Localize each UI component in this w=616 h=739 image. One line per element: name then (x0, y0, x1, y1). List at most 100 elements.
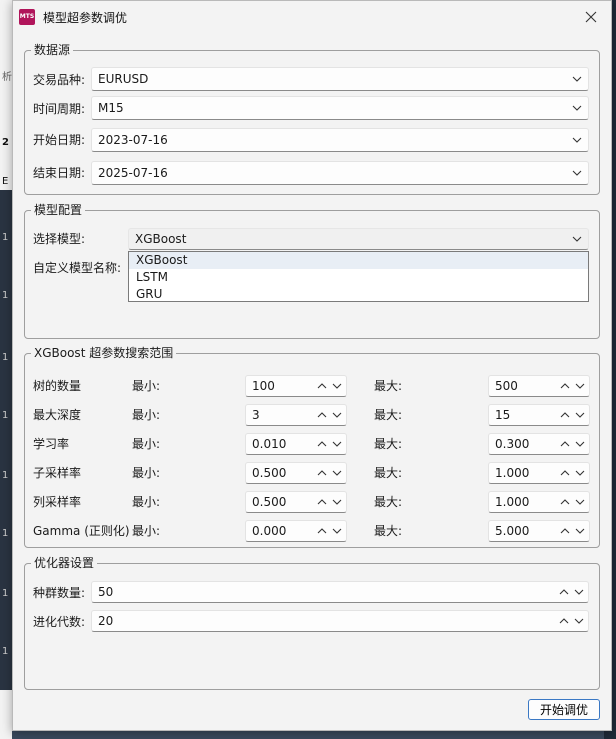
chevron-up-icon[interactable] (315, 379, 329, 393)
background-text: 1 (2, 410, 9, 421)
chevron-down-icon[interactable] (573, 408, 587, 422)
chevron-down-icon[interactable] (573, 524, 587, 538)
optimizer-group: 优化器设置 种群数量: 50 进化代数: 20 (24, 556, 600, 690)
generations-label: 进化代数: (33, 615, 86, 629)
tuning-dialog: MTS 模型超参数调优 数据源 交易品种: EURUSD 时间周期: M15 开… (12, 0, 612, 731)
param-max-label: 最大: (374, 379, 403, 393)
chevron-down-icon[interactable] (330, 466, 344, 480)
background-chart-area (0, 190, 12, 690)
param-max-value: 5.000 (495, 524, 530, 538)
end-date-picker[interactable]: 2025-07-16 (91, 161, 589, 185)
chevron-up-icon[interactable] (315, 408, 329, 422)
timeframe-select[interactable]: M15 (91, 96, 589, 120)
title-bar[interactable]: MTS 模型超参数调优 (13, 1, 611, 33)
chevron-down-icon[interactable] (330, 408, 344, 422)
background-text: 1 (2, 588, 9, 599)
chevron-down-icon[interactable] (330, 495, 344, 509)
param-min-spinbox[interactable]: 0.500 (245, 462, 347, 484)
close-icon (585, 11, 597, 23)
close-button[interactable] (581, 7, 601, 27)
model-select[interactable]: XGBoost (128, 228, 589, 250)
model-config-group: 模型配置 选择模型: XGBoost 自定义模型名称: XGBoost LSTM… (24, 203, 600, 339)
param-min-spinbox[interactable]: 100 (245, 375, 347, 397)
timeframe-label: 时间周期: (33, 102, 86, 116)
param-max-spinbox[interactable]: 1.000 (488, 462, 590, 484)
param-max-spinbox[interactable]: 5.000 (488, 520, 590, 542)
timeframe-value: M15 (98, 101, 124, 115)
chevron-up-icon[interactable] (558, 495, 572, 509)
chevron-down-icon[interactable] (572, 585, 586, 599)
param-max-value: 1.000 (495, 466, 530, 480)
chevron-down-icon[interactable] (572, 614, 586, 628)
chevron-up-icon[interactable] (557, 585, 571, 599)
param-max-label: 最大: (374, 437, 403, 451)
chevron-down-icon[interactable] (573, 437, 587, 451)
background-band (0, 100, 12, 130)
generations-spinbox[interactable]: 20 (91, 610, 589, 632)
background-text: 析 (2, 72, 12, 83)
param-min-spinbox[interactable]: 0.000 (245, 520, 347, 542)
end-date-value: 2025-07-16 (98, 166, 168, 180)
population-spinbox[interactable]: 50 (91, 581, 589, 603)
param-max-value: 0.300 (495, 437, 530, 451)
param-max-value: 15 (495, 408, 511, 422)
chevron-down-icon[interactable] (330, 379, 344, 393)
param-max-value: 1.000 (495, 495, 530, 509)
chevron-down-icon[interactable] (573, 379, 587, 393)
start-date-picker[interactable]: 2023-07-16 (91, 128, 589, 152)
param-max-spinbox[interactable]: 15 (488, 404, 590, 426)
model-select-label: 选择模型: (33, 232, 86, 246)
model-option-lstm[interactable]: LSTM (129, 269, 588, 286)
model-select-value: XGBoost (135, 232, 187, 246)
model-config-title: 模型配置 (31, 203, 86, 217)
background-text: 1 (2, 352, 9, 363)
symbol-value: EURUSD (98, 72, 149, 86)
chevron-up-icon[interactable] (315, 437, 329, 451)
param-name-label: 子采样率 (33, 466, 82, 480)
param-max-spinbox[interactable]: 0.300 (488, 433, 590, 455)
chevron-up-icon[interactable] (315, 495, 329, 509)
param-min-label: 最小: (132, 437, 161, 451)
generations-value: 20 (98, 614, 114, 628)
param-min-spinbox[interactable]: 3 (245, 404, 347, 426)
param-min-spinbox[interactable]: 0.010 (245, 433, 347, 455)
optimizer-title: 优化器设置 (31, 556, 98, 570)
chevron-up-icon[interactable] (315, 466, 329, 480)
data-source-title: 数据源 (31, 43, 74, 57)
param-min-value: 100 (252, 379, 275, 393)
chevron-up-icon[interactable] (315, 524, 329, 538)
start-date-label: 开始日期: (33, 133, 86, 147)
start-date-value: 2023-07-16 (98, 133, 168, 147)
param-min-label: 最小: (132, 466, 161, 480)
chevron-down-icon[interactable] (330, 437, 344, 451)
chevron-down-icon[interactable] (573, 466, 587, 480)
background-text: 1 (2, 646, 9, 657)
model-option-xgboost[interactable]: XGBoost (129, 252, 588, 269)
chevron-up-icon[interactable] (558, 408, 572, 422)
param-min-label: 最小: (132, 379, 161, 393)
chevron-down-icon[interactable] (330, 524, 344, 538)
chevron-down-icon (572, 236, 582, 242)
chevron-down-icon (572, 105, 582, 111)
chevron-up-icon[interactable] (558, 466, 572, 480)
param-max-spinbox[interactable]: 1.000 (488, 491, 590, 513)
hyperparam-range-group: XGBoost 超参数搜索范围 树的数量 最小: 100 最大: 500 最大深度 最小: 3… (24, 346, 600, 548)
param-min-spinbox[interactable]: 0.500 (245, 491, 347, 513)
chevron-up-icon[interactable] (557, 614, 571, 628)
background-text: 2 (2, 137, 9, 148)
background-text: E (2, 176, 9, 187)
param-name-label: 学习率 (33, 437, 70, 451)
chevron-up-icon[interactable] (558, 437, 572, 451)
param-min-value: 0.010 (252, 437, 287, 451)
param-min-value: 0.500 (252, 495, 287, 509)
chevron-up-icon[interactable] (558, 524, 572, 538)
hyperparam-range-title: XGBoost 超参数搜索范围 (31, 346, 177, 360)
chevron-up-icon[interactable] (558, 379, 572, 393)
chevron-down-icon[interactable] (573, 495, 587, 509)
model-option-gru[interactable]: GRU (129, 286, 588, 303)
symbol-select[interactable]: EURUSD (91, 67, 589, 91)
start-tuning-button[interactable]: 开始调优 (528, 699, 600, 720)
param-max-spinbox[interactable]: 500 (488, 375, 590, 397)
background-app-left: 析 2 E 1 1 1 1 1 1 1 1 (0, 0, 12, 739)
chevron-down-icon (572, 137, 582, 143)
